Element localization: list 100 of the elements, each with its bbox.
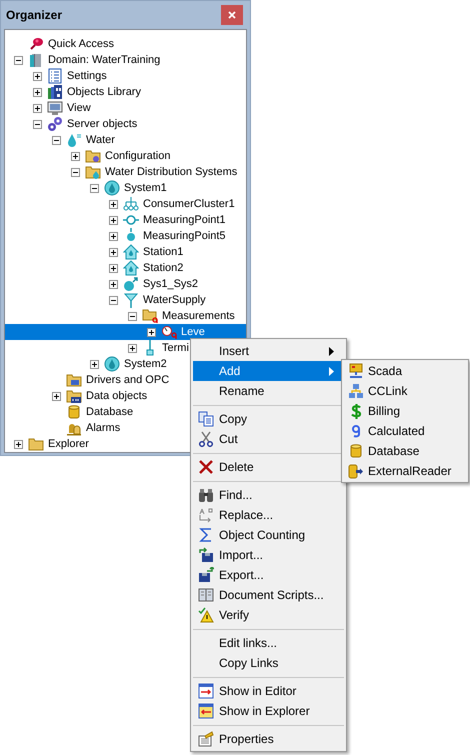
expand-toggle[interactable]: [33, 104, 42, 112]
menu-item[interactable]: Find...: [193, 485, 344, 505]
expand-toggle[interactable]: [128, 344, 137, 352]
tree-item[interactable]: WaterSupply: [5, 292, 246, 308]
tree-item[interactable]: Station1: [5, 244, 246, 260]
tree-item[interactable]: Quick Access: [5, 36, 246, 52]
menu-item[interactable]: Edit links...: [193, 633, 344, 653]
menu-item[interactable]: Calculated: [344, 421, 466, 441]
expand-toggle[interactable]: [14, 440, 23, 448]
close-button[interactable]: [221, 5, 243, 25]
water-drop-icon: [66, 132, 82, 148]
folder-data-icon: [66, 388, 82, 404]
tree-item[interactable]: Domain: WaterTraining: [5, 52, 246, 68]
show-in-editor-icon: [198, 683, 214, 699]
menu-item[interactable]: Show in Editor: [193, 681, 344, 701]
menu-item[interactable]: Scada: [344, 361, 466, 381]
menu-item[interactable]: Import...: [193, 545, 344, 565]
sigma-icon: [198, 527, 214, 543]
monitor-icon: [47, 100, 63, 116]
tree-item[interactable]: MeasuringPoint5: [5, 228, 246, 244]
scada-icon: [348, 363, 364, 379]
drop-circle-icon: [104, 180, 120, 196]
binoculars-icon: [198, 487, 214, 503]
pin-icon: [28, 36, 44, 52]
dollar-icon: [348, 403, 364, 419]
list-icon: [47, 68, 63, 84]
tree-item[interactable]: Water Distribution Systems: [5, 164, 246, 180]
menu-item[interactable]: ExternalReader: [344, 461, 466, 481]
collapse-toggle[interactable]: [71, 168, 80, 176]
house-icon: [123, 244, 139, 260]
expand-toggle[interactable]: [109, 216, 118, 224]
folder-gear-icon: [85, 148, 101, 164]
gears-icon: [47, 116, 63, 132]
folder-icon: [28, 436, 44, 452]
menu-item[interactable]: Cut: [193, 429, 344, 449]
tree-item[interactable]: System1: [5, 180, 246, 196]
expand-toggle[interactable]: [109, 280, 118, 288]
menu-item[interactable]: Delete: [193, 457, 344, 477]
expand-toggle[interactable]: [109, 248, 118, 256]
tree-item[interactable]: Sys1_Sys2: [5, 276, 246, 292]
expand-toggle[interactable]: [109, 232, 118, 240]
collapse-toggle[interactable]: [128, 312, 137, 320]
menu-item[interactable]: Replace...: [193, 505, 344, 525]
database-icon: [348, 443, 364, 459]
replace-icon: [198, 507, 214, 523]
tree-item[interactable]: Objects Library: [5, 84, 246, 100]
tree-item[interactable]: Water: [5, 132, 246, 148]
tree-item[interactable]: Station2: [5, 260, 246, 276]
menu-item[interactable]: Billing: [344, 401, 466, 421]
tree-item[interactable]: MeasuringPoint1: [5, 212, 246, 228]
import-icon: [198, 547, 214, 563]
copy-icon: [198, 411, 214, 427]
collapse-toggle[interactable]: [52, 136, 61, 144]
tree-item[interactable]: Measurements: [5, 308, 246, 324]
menu-item[interactable]: Verify: [193, 605, 344, 625]
server-icon: [28, 52, 44, 68]
folder-icon: [142, 308, 158, 324]
gauge-icon: [161, 324, 177, 340]
expand-toggle[interactable]: [33, 88, 42, 96]
expand-toggle[interactable]: [90, 360, 99, 368]
warning-icon: [198, 607, 214, 623]
collapse-toggle[interactable]: [90, 184, 99, 192]
menu-item[interactable]: Database: [344, 441, 466, 461]
menu-item[interactable]: Copy: [193, 409, 344, 429]
menu-item[interactable]: Rename: [193, 381, 344, 401]
expand-toggle[interactable]: [71, 152, 80, 160]
drop-circle-icon: [104, 356, 120, 372]
menu-item[interactable]: Show in Explorer: [193, 701, 344, 721]
books-icon: [47, 84, 63, 100]
expand-toggle[interactable]: [33, 72, 42, 80]
menu-item[interactable]: CCLink: [344, 381, 466, 401]
menu-item[interactable]: Object Counting: [193, 525, 344, 545]
scissors-icon: [198, 431, 214, 447]
menu-item[interactable]: Insert: [193, 341, 344, 361]
menu-item[interactable]: Document Scripts...: [193, 585, 344, 605]
expand-toggle[interactable]: [109, 264, 118, 272]
tree-item[interactable]: View: [5, 100, 246, 116]
house-icon: [123, 260, 139, 276]
network-icon: [348, 383, 364, 399]
tree-item[interactable]: Leve: [5, 324, 246, 340]
tree-item[interactable]: Settings: [5, 68, 246, 84]
cluster-icon: [123, 196, 139, 212]
menu-item[interactable]: Add: [193, 361, 344, 381]
expand-toggle[interactable]: [52, 392, 61, 400]
menu-item[interactable]: Properties: [193, 729, 344, 749]
menu-item[interactable]: Copy Links: [193, 653, 344, 673]
collapse-toggle[interactable]: [33, 120, 42, 128]
tree-item[interactable]: Configuration: [5, 148, 246, 164]
properties-icon: [198, 731, 214, 747]
export-icon: [198, 567, 214, 583]
tree-item[interactable]: ConsumerCluster1: [5, 196, 246, 212]
funnel-icon: [123, 292, 139, 308]
book-icon: [198, 587, 214, 603]
folder-driver-icon: [66, 372, 82, 388]
menu-item[interactable]: Export...: [193, 565, 344, 585]
expand-toggle[interactable]: [109, 200, 118, 208]
tree-item[interactable]: Server objects: [5, 116, 246, 132]
collapse-toggle[interactable]: [109, 296, 118, 304]
expand-toggle[interactable]: [147, 328, 156, 336]
collapse-toggle[interactable]: [14, 56, 23, 64]
